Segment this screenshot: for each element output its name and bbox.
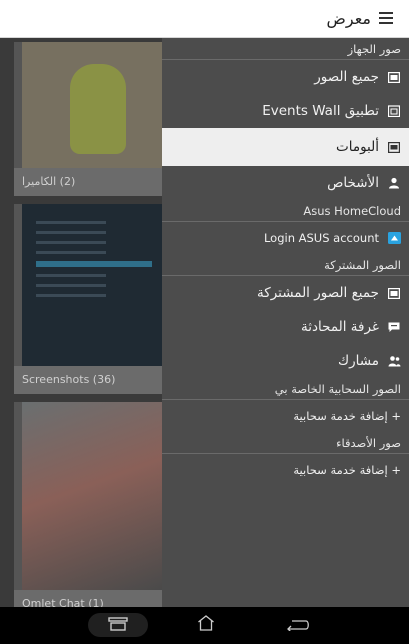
section-device-photos: صور الجهاز [162,38,409,60]
page-title: معرض [326,9,371,28]
section-my-cloud: الصور السحابية الخاصة بي [162,378,409,400]
recent-apps-button[interactable] [88,613,148,637]
recent-apps-icon [108,616,128,635]
album-thumbnail [22,402,162,590]
album-screenshots[interactable]: Screenshots (36) [14,204,162,394]
section-shared-photos: الصور المشتركة [162,254,409,276]
drawer-item-add-cloud[interactable]: + إضافة خدمة سحابية [162,400,409,432]
drawer-item-all-shared[interactable]: جميع الصور المشتركة [162,276,409,310]
drawer-item-login-asus[interactable]: Login ASUS account [162,222,409,254]
drawer-item-albums[interactable]: ألبومات [162,128,409,166]
drawer-item-all-photos[interactable]: جميع الصور [162,60,409,94]
photos-icon [387,286,401,300]
calendar-icon [387,104,401,118]
home-icon [197,615,215,635]
album-thumbnail [22,42,162,168]
back-icon [286,616,310,635]
album-camera[interactable]: (2) الكاميرا [14,42,162,196]
drawer-item-events-wall[interactable]: تطبيق Events Wall [162,94,409,128]
android-figure-image [70,64,126,154]
section-friends-photos: صور الأصدقاء [162,432,409,454]
drawer-item-chat-room[interactable]: غرفة المحادثة [162,310,409,344]
drawer-item-people[interactable]: الأشخاص [162,166,409,200]
album-omlet-chat[interactable]: Omlet Chat (1) [14,402,162,618]
photos-icon [387,70,401,84]
album-label: Screenshots (36) [14,366,162,394]
title-bar: معرض [0,0,409,38]
album-icon [387,140,401,154]
cloud-icon [387,231,401,245]
person-icon [387,176,401,190]
menu-icon[interactable] [379,12,393,24]
chat-icon [387,320,401,334]
album-thumbnail [22,204,162,366]
drawer-item-share[interactable]: مشارك [162,344,409,378]
people-icon [387,354,401,368]
home-button[interactable] [176,613,236,637]
navigation-drawer: صور الجهاز جميع الصور تطبيق Events Wall … [162,38,409,607]
drawer-item-add-cloud-friends[interactable]: + إضافة خدمة سحابية [162,454,409,486]
album-label: (2) الكاميرا [14,168,162,196]
system-navigation-bar [0,607,409,644]
section-homecloud: Asus HomeCloud [162,200,409,222]
back-button[interactable] [268,613,328,637]
